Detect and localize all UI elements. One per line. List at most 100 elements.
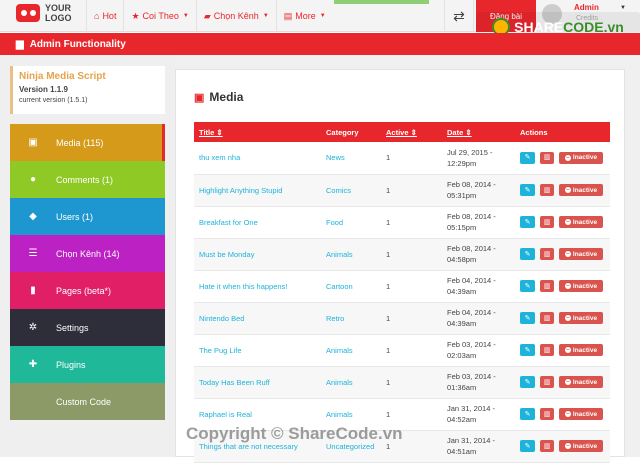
edit-button[interactable]: ✎ [520,408,535,420]
edit-button[interactable]: ✎ [520,248,535,260]
delete-button[interactable]: ▥ [540,440,554,452]
media-category-link[interactable]: Animals [321,366,381,398]
table-row: thu xem nha News 1 Jul 29, 2015 -12:29pm ✎ ▥ –… [194,142,610,174]
sidebar-item-2[interactable]: ◆ Users (1) [10,198,165,235]
media-date: Feb 08, 2014 -04:58pm [447,244,496,264]
media-title-link[interactable]: Nintendo Bed [194,302,321,334]
trash-icon: ▥ [543,378,551,386]
sidebar-item-0[interactable]: ▣ Media (115) [10,124,165,161]
delete-button[interactable]: ▥ [540,248,554,260]
delete-button[interactable]: ▥ [540,344,554,356]
inactive-button[interactable]: – Inactive [559,312,603,324]
inactive-button[interactable]: – Inactive [559,408,603,420]
sidebar-item-label: Comments (1) [56,174,114,185]
inactive-button[interactable]: – Inactive [559,248,603,260]
delete-button[interactable]: ▥ [540,312,554,324]
edit-button[interactable]: ✎ [520,216,535,228]
media-table: Title ⇕ Category Active ⇕ Date ⇕ Actions… [194,122,610,463]
minus-circle-icon: – [564,347,571,353]
nav-item-3[interactable]: ▤ More ▼ [275,0,333,32]
nav-item-label: Coi Theo [142,11,179,21]
sidebar-item-7[interactable]: Custom Code [10,383,165,420]
image-icon: ▣ [194,91,205,104]
media-category-link[interactable]: Animals [321,334,381,366]
file-icon: ▮ [30,285,36,296]
table-row: Must be Monday Animals 1 Feb 08, 2014 -04:5… [194,238,610,270]
media-active: 1 [386,153,391,163]
media-category-link[interactable]: Comics [321,174,381,206]
edit-icon: ✎ [524,282,531,290]
media-title-link[interactable]: thu xem nha [194,142,321,174]
panel-title-text: Media [209,90,244,104]
inactive-button[interactable]: – Inactive [559,280,603,292]
sidebar-item-1[interactable]: ● Comments (1) [10,161,165,198]
media-category-link[interactable]: Food [321,206,381,238]
script-info: Ninja Media Script Version 1.1.9 current… [10,66,165,114]
media-title-link[interactable]: Today Has Been Ruff [194,366,321,398]
edit-button[interactable]: ✎ [520,312,535,324]
edit-button[interactable]: ✎ [520,151,535,164]
sidebar-item-4[interactable]: ▮ Pages (beta*) [10,272,165,309]
inactive-button[interactable]: – Inactive [559,216,603,228]
site-logo[interactable]: YOUR LOGO [16,3,72,23]
sidebar-item-label: Custom Code [56,396,112,407]
nav-item-label: Hot [102,11,117,21]
delete-button[interactable]: ▥ [540,216,554,228]
media-active: 1 [386,185,391,195]
edit-icon: ✎ [524,218,531,226]
nav-item-label: Chọn Kênh [213,11,259,21]
nav-item-2[interactable]: ▰ Chọn Kênh ▼ [195,0,276,32]
admin-bar: ▆ Admin Functionality [0,33,640,55]
nav-item-0[interactable]: ⌂ Hot [86,0,123,32]
table-row: Today Has Been Ruff Animals 1 Feb 03, 2014 … [194,366,610,398]
col-title[interactable]: Title ⇕ [194,122,321,142]
chevron-down-icon: ▼ [319,13,326,19]
edit-button[interactable]: ✎ [520,376,535,388]
sidebar-item-6[interactable]: ✚ Plugins [10,346,165,383]
minus-circle-icon: – [564,251,571,257]
edit-button[interactable]: ✎ [520,280,535,292]
sidebar-item-5[interactable]: ✲ Settings [10,309,165,346]
delete-button[interactable]: ▥ [540,280,554,292]
table-row: Highlight Anything Stupid Comics 1 Feb 08, … [194,174,610,206]
user-icon: ◆ [29,211,37,222]
sidebar-item-3[interactable]: ☰ Chọn Kênh (14) [10,235,165,272]
inactive-button[interactable]: – Inactive [559,376,603,388]
inactive-button[interactable]: – Inactive [559,344,603,356]
media-category-link[interactable]: Retro [321,302,381,334]
inactive-button[interactable]: – Inactive [559,151,603,164]
delete-button[interactable]: ▥ [540,408,554,420]
edit-button[interactable]: ✎ [520,344,535,356]
edit-button[interactable]: ✎ [520,184,535,196]
dashboard-icon: ▆ [16,38,24,50]
logo-line-1: YOUR [45,3,72,13]
media-title-link[interactable]: Hate it when this happens! [194,270,321,302]
media-title-link[interactable]: Highlight Anything Stupid [194,174,321,206]
media-date: Feb 08, 2014 -05:15pm [447,212,496,232]
col-date[interactable]: Date ⇕ [442,122,515,142]
minus-circle-icon: – [564,411,571,417]
inactive-button[interactable]: – Inactive [559,184,603,196]
media-title-link[interactable]: The Pug Life [194,334,321,366]
delete-button[interactable]: ▥ [540,184,554,196]
delete-button[interactable]: ▥ [540,151,554,164]
random-shuffle-button[interactable]: ⇄ [444,0,474,32]
comments-icon: ● [29,174,37,185]
inactive-button[interactable]: – Inactive [559,440,603,452]
edit-icon: ✎ [524,378,531,386]
edit-button[interactable]: ✎ [520,440,535,452]
delete-button[interactable]: ▥ [540,376,554,388]
media-category-link[interactable]: Animals [321,238,381,270]
col-category: Category [326,127,359,137]
media-category-link[interactable]: News [321,142,381,174]
media-title-link[interactable]: Breakfast for One [194,206,321,238]
media-title-link[interactable]: Must be Monday [194,238,321,270]
star-icon: ★ [131,10,140,21]
shuffle-icon: ⇄ [453,7,465,24]
main-content: ▣ Media Title ⇕ Category Active ⇕ Date ⇕… [175,55,640,462]
nav-item-1[interactable]: ★ Coi Theo ▼ [123,0,195,32]
script-name: Ninja Media Script [19,71,106,82]
media-category-link[interactable]: Cartoon [321,270,381,302]
minus-circle-icon: – [564,315,571,321]
col-active[interactable]: Active ⇕ [381,122,442,142]
